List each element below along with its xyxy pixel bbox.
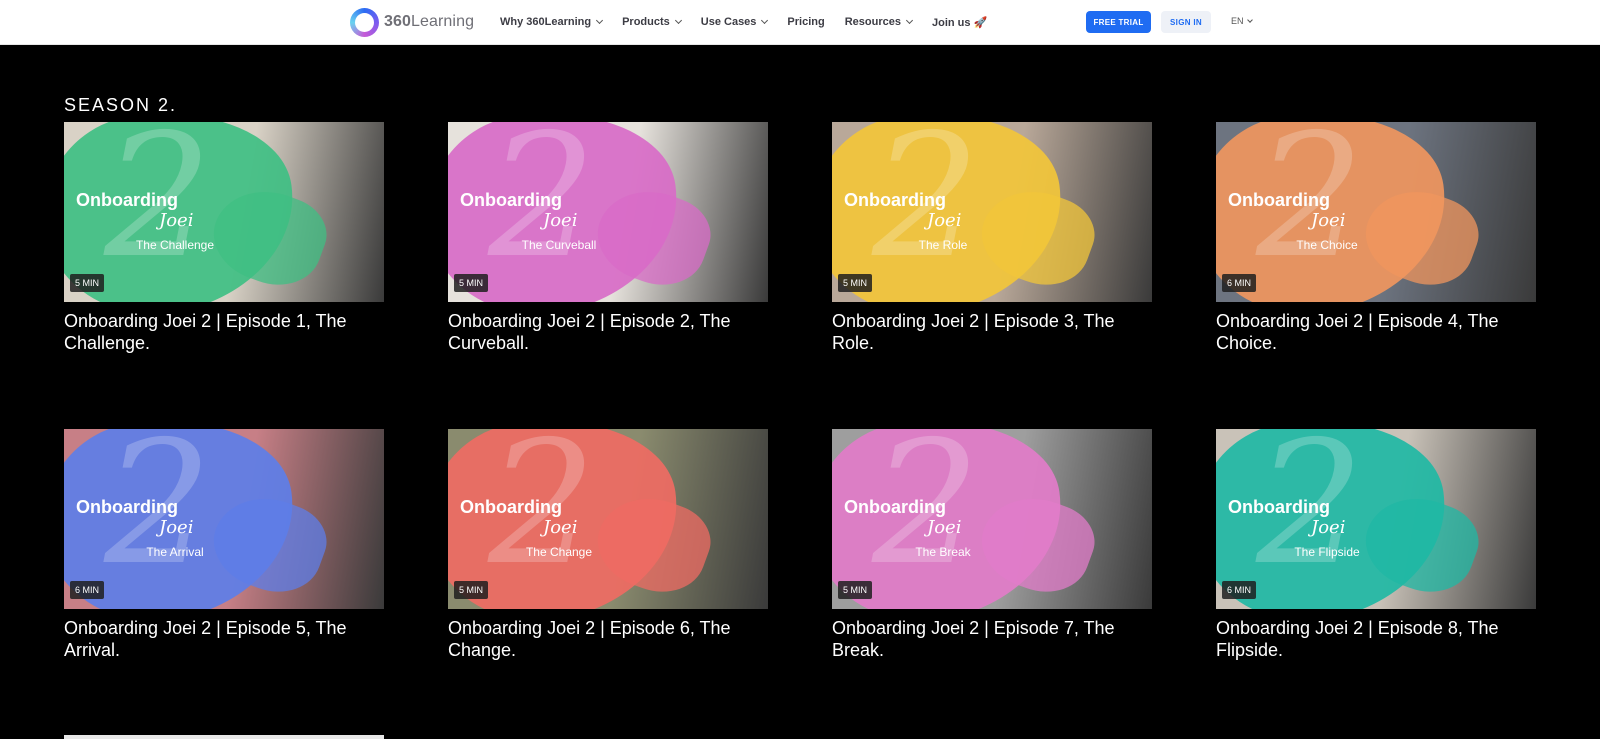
duration-badge: 5 MIN [838,274,873,292]
chevron-down-icon [596,16,604,25]
episode-thumbnail[interactable]: 2 Onboarding Joei The Arrival 6 MIN [64,429,384,609]
nav-menu-item[interactable]: Why 360Learning [500,16,604,28]
episode-title[interactable]: Onboarding Joei 2 | Episode 6, The Chang… [448,617,768,661]
thumb-episode-subtitle: The Change [525,545,593,559]
nav-menu-label: Join us 🚀 [931,16,988,29]
episode-title[interactable]: Onboarding Joei 2 | Episode 4, The Choic… [1216,310,1536,354]
episode-thumbnail[interactable]: 2 Onboarding Joei The Change 5 MIN [448,429,768,609]
logo-wordmark: 360Learning [384,13,474,31]
thumb-episode-subtitle: The Challenge [135,238,215,252]
chevron-down-icon [1246,16,1253,23]
thumb-series-line1: Onboarding [1228,497,1330,517]
episode-card[interactable]: 2 Onboarding Joei The Curveball 5 MIN Onboard… [448,122,768,354]
nav-menu-label: Resources [844,16,901,28]
chevron-down-icon [674,16,682,25]
nav-menu-item[interactable]: Products [622,16,682,28]
thumb-series-line1: Onboarding [460,190,562,210]
episode-title[interactable]: Onboarding Joei 2 | Episode 3, The Role. [832,310,1152,354]
episode-title[interactable]: Onboarding Joei 2 | Episode 2, The Curve… [448,310,768,354]
thumb-series-line2: Joei [927,517,962,538]
episode-thumbnail[interactable]: 2 Onboarding Joei The Choice 6 MIN [1216,122,1536,302]
thumb-episode-subtitle: The Flipside [1294,545,1360,559]
next-row-thumbnail-edge[interactable] [64,735,384,739]
episode-card[interactable]: 2 Onboarding Joei The Choice 6 MIN Onboarding… [1216,122,1536,354]
episode-title[interactable]: Onboarding Joei 2 | Episode 8, The Flips… [1216,617,1536,661]
duration-badge: 5 MIN [454,581,489,599]
episode-card[interactable]: 2 Onboarding Joei The Arrival 6 MIN Onboardin… [64,429,384,661]
nav-menu-label: Pricing [787,16,825,28]
episode-thumbnail[interactable]: 2 Onboarding Joei The Challenge 5 MIN [64,122,384,302]
nav-menu-label: Products [622,16,670,28]
thumb-series-line1: Onboarding [844,497,946,517]
thumb-series-line2: Joei [159,517,194,538]
duration-badge: 5 MIN [70,274,105,292]
section-title: SEASON 2. [64,95,178,115]
thumb-series-line1: Onboarding [460,497,562,517]
nav-menu-label: Use Cases [700,16,757,28]
thumb-series-line2: Joei [1311,517,1346,538]
nav-menu-label: Why 360Learning [500,16,592,28]
episode-thumbnail[interactable]: 2 Onboarding Joei The Curveball 5 MIN [448,122,768,302]
language-label: EN [1231,16,1244,26]
episode-thumbnail[interactable]: 2 Onboarding Joei The Role 5 MIN [832,122,1152,302]
nav-menu-item[interactable]: Resources [844,16,914,28]
thumb-episode-subtitle: The Break [915,545,971,559]
episode-card[interactable]: 2 Onboarding Joei The Flipside 6 MIN Onboardi… [1216,429,1536,661]
nav-menu-item[interactable]: Use Cases [700,16,769,28]
logo-wordmark-rest: Learning [411,13,475,30]
duration-badge: 5 MIN [454,274,489,292]
language-selector[interactable]: EN [1231,16,1253,26]
sign-in-button[interactable]: SIGN IN [1161,11,1211,33]
thumb-series-line1: Onboarding [1228,190,1330,210]
thumb-series-line1: Onboarding [844,190,946,210]
chevron-down-icon [905,16,914,25]
thumb-episode-subtitle: The Choice [1296,238,1358,252]
logo-ring-icon [350,7,379,37]
thumb-episode-subtitle: The Curveball [521,238,597,252]
thumb-series-line1: Onboarding [76,190,178,210]
thumb-series-line2: Joei [543,210,578,231]
thumb-series-line2: Joei [543,517,578,538]
duration-badge: 5 MIN [838,581,873,599]
episode-title[interactable]: Onboarding Joei 2 | Episode 5, The Arriv… [64,617,384,661]
thumb-episode-subtitle: The Role [918,238,968,252]
thumb-series-line2: Joei [1311,210,1346,231]
episode-title[interactable]: Onboarding Joei 2 | Episode 1, The Chall… [64,310,384,354]
duration-badge: 6 MIN [70,581,105,599]
episode-card[interactable]: 2 Onboarding Joei The Change 5 MIN Onboarding… [448,429,768,661]
duration-badge: 6 MIN [1222,581,1257,599]
thumb-series-line1: Onboarding [76,497,178,517]
episode-thumbnail[interactable]: 2 Onboarding Joei The Break 5 MIN [832,429,1152,609]
main-menu: Why 360Learning Products Use Cases Pricing R… [500,0,1007,44]
thumb-episode-subtitle: The Arrival [146,545,204,559]
chevron-down-icon [761,16,769,25]
episode-card[interactable]: 2 Onboarding Joei The Role 5 MIN Onboarding J… [832,122,1152,354]
thumb-series-line2: Joei [927,210,962,231]
360learning-logo[interactable]: 360Learning [350,7,474,37]
episode-card[interactable]: 2 Onboarding Joei The Challenge 5 MIN Onboard… [64,122,384,354]
logo-wordmark-bold: 360 [384,13,411,30]
free-trial-button[interactable]: FREE TRIAL [1086,11,1151,33]
duration-badge: 6 MIN [1222,274,1257,292]
episode-card[interactable]: 2 Onboarding Joei The Break 5 MIN Onboarding … [832,429,1152,661]
top-navigation: 360Learning Why 360Learning Products Use C… [0,0,1600,45]
episode-title[interactable]: Onboarding Joei 2 | Episode 7, The Break… [832,617,1152,661]
thumb-series-line2: Joei [159,210,194,231]
nav-menu-item[interactable]: Join us 🚀 [932,16,987,29]
episode-thumbnail[interactable]: 2 Onboarding Joei The Flipside 6 MIN [1216,429,1536,609]
nav-menu-item[interactable]: Pricing [787,16,824,28]
